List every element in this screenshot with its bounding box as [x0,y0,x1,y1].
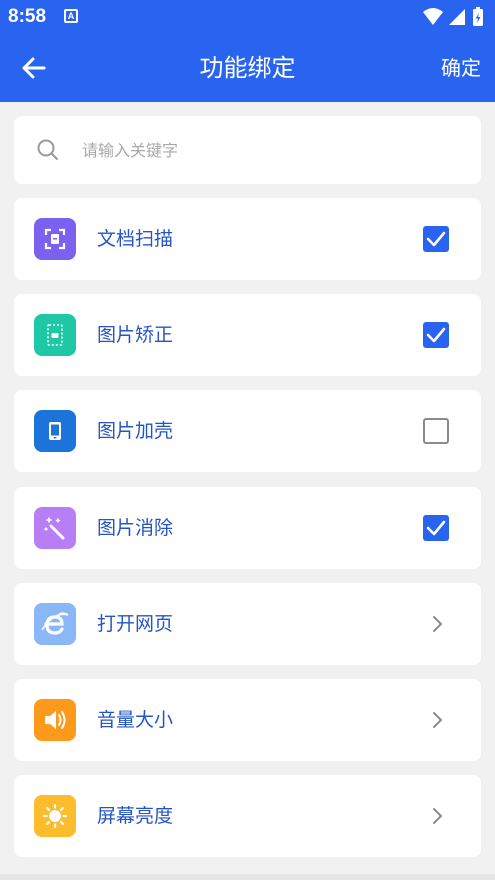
check-icon [426,520,446,536]
item-label: 音量大小 [97,709,174,731]
app-bar: 功能绑定 确定 [0,34,495,102]
status-icons [421,6,489,28]
doc-scan-icon [34,218,76,260]
chevron-right-icon [433,712,442,728]
checkbox-checked[interactable] [423,515,449,541]
check-icon [426,231,446,247]
checkbox-unchecked[interactable] [423,418,449,444]
confirm-button[interactable]: 确定 [441,34,481,102]
checkbox-checked[interactable] [423,226,449,252]
search-bar [14,116,481,184]
item-label: 图片消除 [97,517,174,539]
checkbox-checked[interactable] [423,322,449,348]
page-title: 功能绑定 [199,54,296,82]
battery-icon [473,7,483,26]
item-label: 屏幕亮度 [97,805,174,827]
notification-a-icon: A [64,9,78,23]
item-label: 打开网页 [97,613,174,635]
bottom-divider [0,874,495,880]
function-item-phone-shell[interactable]: 图片加壳 [14,390,481,472]
brightness-icon [34,795,76,837]
function-item-open-web[interactable]: 打开网页 [14,583,481,665]
image-correct-icon [34,314,76,356]
check-icon [426,327,446,343]
magic-wand-icon [34,507,76,549]
function-item-image-correct[interactable]: 图片矫正 [14,294,481,376]
phone-shell-icon [34,410,76,452]
speaker-icon [34,699,76,741]
item-label: 文档扫描 [97,228,174,250]
chevron-right-icon [433,616,442,632]
signal-icon [449,9,465,25]
browser-e-icon [34,603,76,645]
search-icon [37,139,58,160]
function-item-doc-scan[interactable]: 文档扫描 [14,198,481,280]
search-input[interactable] [82,130,462,170]
status-bar: 8:58 A [0,0,495,34]
item-label: 图片加壳 [97,420,174,442]
function-item-volume[interactable]: 音量大小 [14,679,481,761]
function-item-image-erase[interactable]: 图片消除 [14,487,481,569]
wifi-icon [423,8,443,25]
chevron-right-icon [433,808,442,824]
item-label: 图片矫正 [97,324,174,346]
function-item-brightness[interactable]: 屏幕亮度 [14,775,481,857]
status-time: 8:58 [8,6,47,27]
